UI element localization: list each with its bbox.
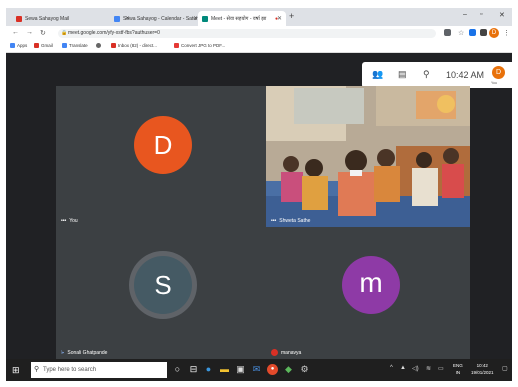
- tray-chevron-icon[interactable]: ^: [390, 365, 393, 371]
- address-row: ← → ↻ 🔒 meet.google.com/yfy-xstf-fbs?aut…: [6, 26, 512, 41]
- mail-icon[interactable]: ✉: [251, 364, 262, 375]
- extension-icon[interactable]: [469, 29, 476, 36]
- bookmark-translate[interactable]: Translate: [62, 43, 88, 49]
- gmail-icon: [111, 43, 116, 49]
- bookmark-gmail[interactable]: Gmail: [34, 43, 53, 49]
- chat-icon[interactable]: ▤: [398, 69, 407, 80]
- tab-label: Meet - सेवा सहयोग - वर्षा झा: [211, 15, 267, 22]
- participant-avatar: m: [342, 256, 400, 314]
- file-explorer-icon[interactable]: ▬: [219, 364, 230, 375]
- bookmark-inbox[interactable]: Inbox (82) - direct...: [111, 43, 157, 49]
- participant-tile-you[interactable]: D ••• You: [56, 86, 266, 227]
- new-tab-icon[interactable]: +: [289, 11, 294, 21]
- mic-muted-icon: [271, 349, 278, 356]
- participant-name: manavya: [271, 349, 301, 356]
- google-icon: [34, 43, 39, 49]
- taskbar-search-input[interactable]: ⚲ Type here to search: [31, 362, 167, 378]
- wifi-icon[interactable]: ≋: [426, 365, 431, 372]
- reload-icon[interactable]: ↻: [40, 29, 46, 37]
- battery-icon[interactable]: ▭: [438, 365, 444, 372]
- windows-taskbar: ⊞ ⚲ Type here to search ○ ⊟ ● ▬ ▣ ✉ ● ◆ …: [6, 359, 512, 381]
- bookmark-apps[interactable]: Apps: [10, 43, 27, 49]
- search-icon: ⚲: [34, 366, 40, 373]
- language-indicator[interactable]: ENG IN: [453, 362, 463, 376]
- search-placeholder: Type here to search: [43, 367, 97, 373]
- chrome-icon[interactable]: ●: [267, 364, 278, 375]
- forward-arrow-icon[interactable]: →: [26, 29, 33, 36]
- back-arrow-icon[interactable]: ←: [12, 29, 19, 36]
- notification-icon[interactable]: ▢: [502, 365, 508, 372]
- calendar-icon: [114, 15, 120, 22]
- gmail-icon: [16, 15, 22, 22]
- translate-icon: [62, 43, 67, 49]
- settings-gear-icon[interactable]: ⚙: [299, 364, 310, 375]
- tab-calendar[interactable]: Sewa Sahayog - Calendar - Satur ✕: [110, 11, 202, 26]
- meeting-clock: 10:42 AM: [446, 70, 485, 80]
- taskbar-clock[interactable]: 10:42 19/01/2021: [471, 362, 494, 376]
- window-close-icon[interactable]: ✕: [499, 11, 505, 19]
- participant-tile-manavya[interactable]: m manavya: [266, 227, 470, 359]
- tab-label: Sewa Sahayog - Calendar - Satur: [123, 15, 198, 22]
- self-avatar[interactable]: D: [492, 66, 505, 79]
- minimize-icon[interactable]: –: [463, 11, 467, 18]
- task-view-icon[interactable]: ⊟: [188, 364, 199, 375]
- menu-icon[interactable]: ⋮: [503, 29, 510, 37]
- browser-tab-bar: Sewa Sahayog Mail ✕ Sewa Sahayog - Calen…: [6, 8, 512, 26]
- participant-tile-video[interactable]: ••• Shweta Sathe: [266, 86, 470, 227]
- more-options-icon[interactable]: •••: [271, 218, 276, 224]
- network-icon[interactable]: ▲: [400, 365, 406, 371]
- more-options-icon[interactable]: •••: [61, 218, 66, 224]
- participant-name: ••• Shweta Sathe: [271, 218, 311, 224]
- url-text: meet.google.com/yfy-xstf-fbs?authuser=0: [68, 30, 160, 36]
- close-icon[interactable]: ✕: [277, 15, 282, 22]
- convert-icon: [174, 43, 179, 49]
- windows-start-icon[interactable]: ⊞: [12, 365, 20, 376]
- lock-icon: 🔒: [61, 30, 68, 36]
- puzzle-icon[interactable]: [480, 29, 487, 36]
- meet-icon: [202, 15, 208, 22]
- self-label: You: [491, 81, 497, 85]
- camera-icon[interactable]: [444, 29, 451, 36]
- classroom-video: [266, 86, 470, 227]
- participant-avatar: D: [134, 116, 192, 174]
- bookmark-unnamed[interactable]: [96, 43, 103, 49]
- profile-avatar[interactable]: D: [489, 28, 499, 38]
- participant-name: ••• You: [61, 218, 78, 224]
- participant-name: ⦙▸ Sonali Ghatpande: [61, 350, 108, 356]
- maximize-icon[interactable]: ▫: [480, 11, 482, 18]
- tab-meet[interactable]: Meet - सेवा सहयोग - वर्षा झा ● ✕: [198, 11, 286, 26]
- cortana-icon[interactable]: ○: [172, 364, 183, 375]
- screen: Sewa Sahayog Mail ✕ Sewa Sahayog - Calen…: [6, 8, 512, 381]
- bookmark-convert[interactable]: Convert JPG to PDF...: [174, 43, 225, 49]
- people-icon[interactable]: 👥: [372, 69, 383, 80]
- apps-icon: [10, 43, 15, 49]
- edge-icon[interactable]: ●: [203, 364, 214, 375]
- store-icon[interactable]: ▣: [235, 364, 246, 375]
- bookmarks-bar: Apps Gmail Translate Inbox (82) - direct…: [6, 41, 512, 53]
- app-icon[interactable]: ◆: [283, 364, 294, 375]
- participant-avatar: S: [134, 256, 192, 314]
- meet-top-panel: 👥 ▤ ⚲ 10:42 AM D You: [362, 62, 512, 88]
- globe-icon: [96, 43, 101, 49]
- activities-icon[interactable]: ⚲: [423, 69, 430, 80]
- volume-icon[interactable]: ◁): [412, 365, 419, 372]
- participant-tile-sonali[interactable]: S ⦙▸ Sonali Ghatpande: [56, 227, 266, 359]
- tab-label: Sewa Sahayog Mail: [25, 15, 70, 22]
- address-bar[interactable]: 🔒 meet.google.com/yfy-xstf-fbs?authuser=…: [58, 29, 436, 38]
- star-icon[interactable]: ☆: [458, 29, 464, 37]
- audio-active-icon: ⦙▸: [61, 350, 65, 356]
